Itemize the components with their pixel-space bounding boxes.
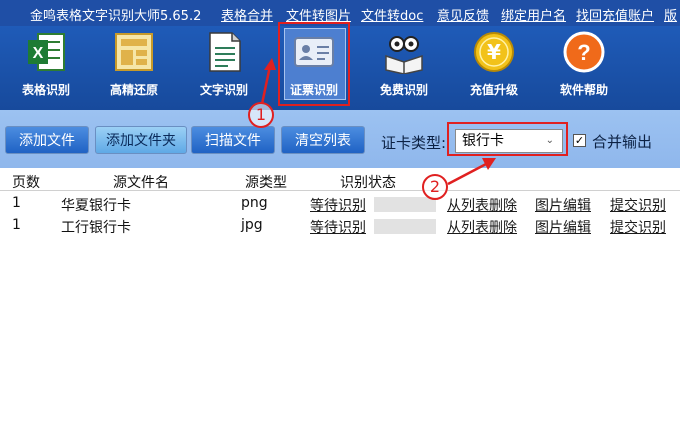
annotation-marker-2: 2	[422, 174, 448, 200]
annotation-arrows	[260, 58, 496, 186]
annotation-marker-1: 1	[248, 102, 274, 128]
